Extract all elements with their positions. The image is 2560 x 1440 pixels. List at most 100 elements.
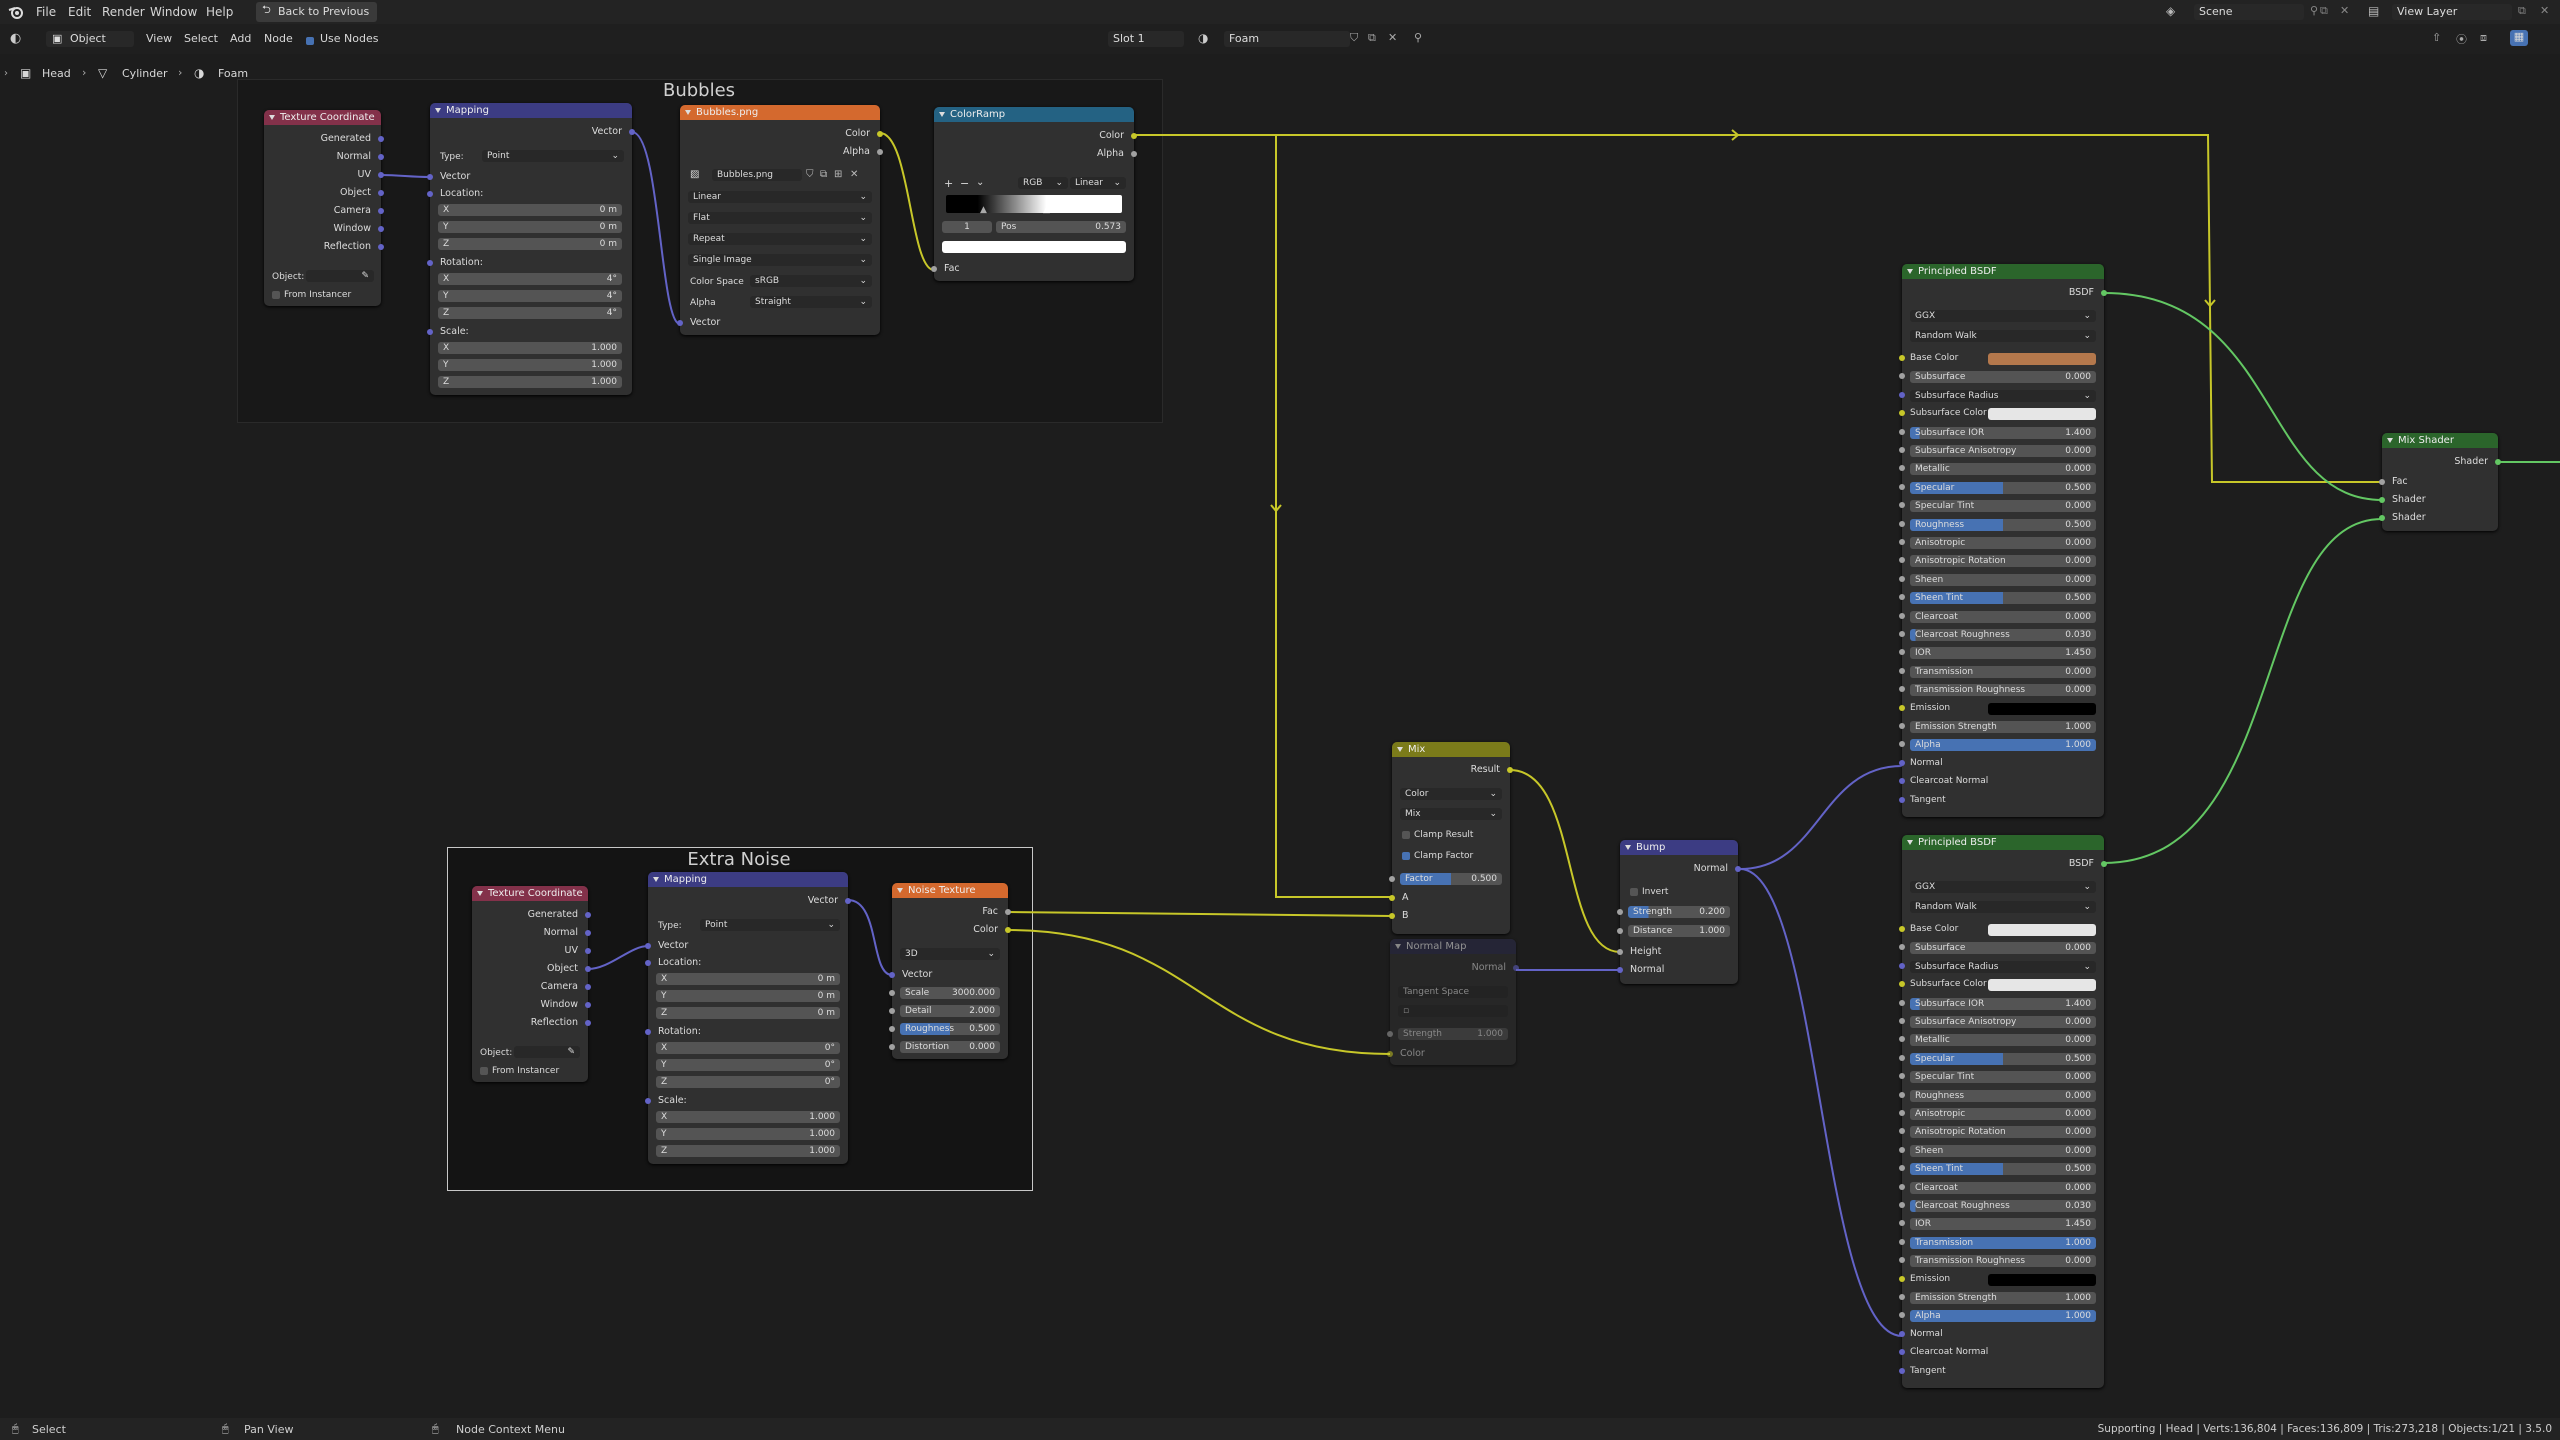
node-texture-coordinate[interactable]: Texture Coordinate Generated Normal UV O… [264, 110, 384, 306]
fake-user-icon[interactable]: ⛉ [806, 169, 814, 180]
value-slider[interactable]: Sheen Tint 0.500 [1910, 1163, 2096, 1176]
input-socket[interactable] [2379, 497, 2385, 503]
input-socket[interactable] [1387, 1051, 1393, 1057]
output-socket[interactable] [378, 154, 384, 160]
input-socket[interactable] [645, 960, 651, 966]
input-socket[interactable] [427, 174, 433, 180]
color-swatch[interactable] [1988, 353, 2096, 365]
scale-z-field[interactable]: Z 1.000 [656, 1145, 840, 1157]
node-normal-map[interactable]: Normal Map Normal Tangent Space ▫ Streng… [1387, 939, 1519, 1065]
input-socket[interactable] [1899, 1202, 1905, 1208]
input-socket[interactable] [889, 972, 895, 978]
distance-field[interactable]: Distance 1.000 [1617, 925, 1730, 937]
stop-color-swatch[interactable] [942, 241, 1126, 253]
strength-field[interactable]: Strength 1.000 [1387, 1028, 1508, 1040]
value-slider[interactable]: Metallic 0.000 [1910, 463, 2096, 476]
color-ramp-gradient[interactable] [946, 195, 1122, 213]
eyedropper-icon[interactable]: ✎ [567, 1046, 575, 1058]
output-socket[interactable] [585, 1002, 591, 1008]
output-socket[interactable] [2101, 861, 2107, 867]
rotation-x-field[interactable]: X 4° [438, 273, 622, 285]
input-socket[interactable] [1899, 981, 1905, 988]
input-socket[interactable] [1899, 575, 1905, 582]
rotation-y-field[interactable]: Y 4° [438, 290, 622, 302]
color-swatch[interactable] [1988, 408, 2096, 421]
scale-z-field[interactable]: Z 1.000 [438, 376, 622, 388]
output-socket[interactable] [378, 244, 384, 250]
value-slider[interactable]: Sheen 0.000 [1910, 1144, 2096, 1157]
input-socket[interactable] [1899, 796, 1905, 803]
object-field[interactable]: ✎ [306, 270, 374, 282]
eyedropper-icon[interactable]: ✎ [361, 270, 369, 282]
input-socket[interactable] [2379, 479, 2385, 485]
type-dropdown[interactable]: Point ⌄ [482, 150, 624, 162]
location-x-field[interactable]: X0 m [438, 204, 622, 216]
input-socket[interactable] [1899, 1312, 1905, 1319]
strength-slider[interactable]: Strength 0.200 [1617, 906, 1730, 918]
output-socket[interactable] [877, 149, 883, 155]
value-slider[interactable]: Clearcoat Roughness 0.030 [1910, 1200, 2096, 1212]
value-slider[interactable]: Alpha 1.000 [1910, 1310, 2096, 1323]
output-socket[interactable] [1005, 909, 1011, 915]
value-slider[interactable]: Specular Tint 0.000 [1910, 500, 2096, 513]
output-socket[interactable] [378, 136, 384, 142]
output-socket[interactable] [585, 1020, 591, 1026]
value-slider[interactable]: Anisotropic Rotation 0.000 [1910, 1126, 2096, 1139]
value-slider[interactable]: IOR 1.450 [1910, 647, 2096, 660]
factor-slider[interactable]: Factor 0.500 [1389, 873, 1502, 885]
output-socket[interactable] [1507, 767, 1513, 773]
alpha-dropdown[interactable]: Straight ⌄ [750, 296, 872, 308]
input-socket[interactable] [1899, 1110, 1905, 1116]
color-space-dropdown[interactable]: sRGB ⌄ [750, 275, 872, 287]
input-socket[interactable] [1899, 723, 1905, 729]
space-dropdown[interactable]: Tangent Space [1398, 986, 1508, 998]
input-socket[interactable] [889, 990, 895, 996]
ramp-stop-marker[interactable]: ▲ [980, 205, 987, 215]
extension-dropdown[interactable]: Repeat ⌄ [688, 233, 872, 245]
output-socket[interactable] [877, 131, 883, 137]
distribution-dropdown[interactable]: GGX ⌄ [1910, 881, 2096, 893]
input-socket[interactable] [1617, 928, 1623, 934]
input-socket[interactable] [645, 1029, 651, 1035]
input-socket[interactable] [1899, 557, 1905, 564]
output-socket[interactable] [585, 930, 591, 936]
output-socket[interactable] [378, 190, 384, 196]
output-socket[interactable] [1005, 927, 1011, 933]
input-socket[interactable] [1387, 1031, 1393, 1037]
value-slider[interactable]: Clearcoat 0.000 [1910, 610, 2096, 623]
input-socket[interactable] [1899, 667, 1905, 674]
node-principled-bsdf[interactable]: Principled BSDF BSDF GGX ⌄ Random Walk ⌄ B… [1899, 835, 2107, 1388]
input-socket[interactable] [1899, 1128, 1905, 1135]
input-socket[interactable] [1899, 1183, 1905, 1190]
input-socket[interactable] [1899, 447, 1905, 453]
from-instancer-checkbox[interactable]: From Instancer [480, 1066, 559, 1076]
output-socket[interactable] [378, 226, 384, 232]
rotation-x-field[interactable]: X 0° [656, 1042, 840, 1054]
node-texture-coordinate[interactable]: Texture Coordinate Generated Normal UV O… [472, 886, 591, 1082]
value-slider[interactable]: Subsurface 0.000 [1910, 942, 2096, 955]
value-slider[interactable]: Subsurface IOR 1.400 [1910, 997, 2096, 1010]
input-socket[interactable] [1899, 1018, 1905, 1024]
input-socket[interactable] [1899, 539, 1905, 545]
input-socket[interactable] [427, 191, 433, 197]
remove-stop-icon[interactable]: − [960, 177, 969, 190]
value-slider[interactable]: Transmission Roughness 0.000 [1910, 1255, 2096, 1268]
input-socket[interactable] [931, 266, 937, 272]
input-socket[interactable] [427, 329, 433, 335]
input-socket[interactable] [889, 1008, 895, 1014]
duplicate-icon[interactable]: ⧉ [820, 169, 827, 180]
node-image-texture[interactable]: Bubbles.png Color Alpha ▨ Bubbles.png ⛉ … [677, 105, 883, 335]
value-slider[interactable]: IOR 1.450 [1910, 1218, 2096, 1231]
input-socket[interactable] [1899, 1275, 1905, 1282]
subsurface-method-dropdown[interactable]: Random Walk ⌄ [1910, 901, 2096, 913]
input-socket[interactable] [677, 320, 683, 326]
uv-map-field[interactable]: ▫ [1398, 1005, 1508, 1017]
output-socket[interactable] [1513, 965, 1519, 971]
input-socket[interactable] [1389, 913, 1395, 919]
input-socket[interactable] [1899, 594, 1905, 601]
input-socket[interactable] [1899, 686, 1905, 693]
output-socket[interactable] [585, 912, 591, 918]
scale-x-field[interactable]: X 1.000 [656, 1111, 840, 1123]
distortion-field[interactable]: Distortion 0.000 [889, 1041, 1000, 1053]
value-slider[interactable]: Anisotropic Rotation 0.000 [1910, 555, 2096, 568]
